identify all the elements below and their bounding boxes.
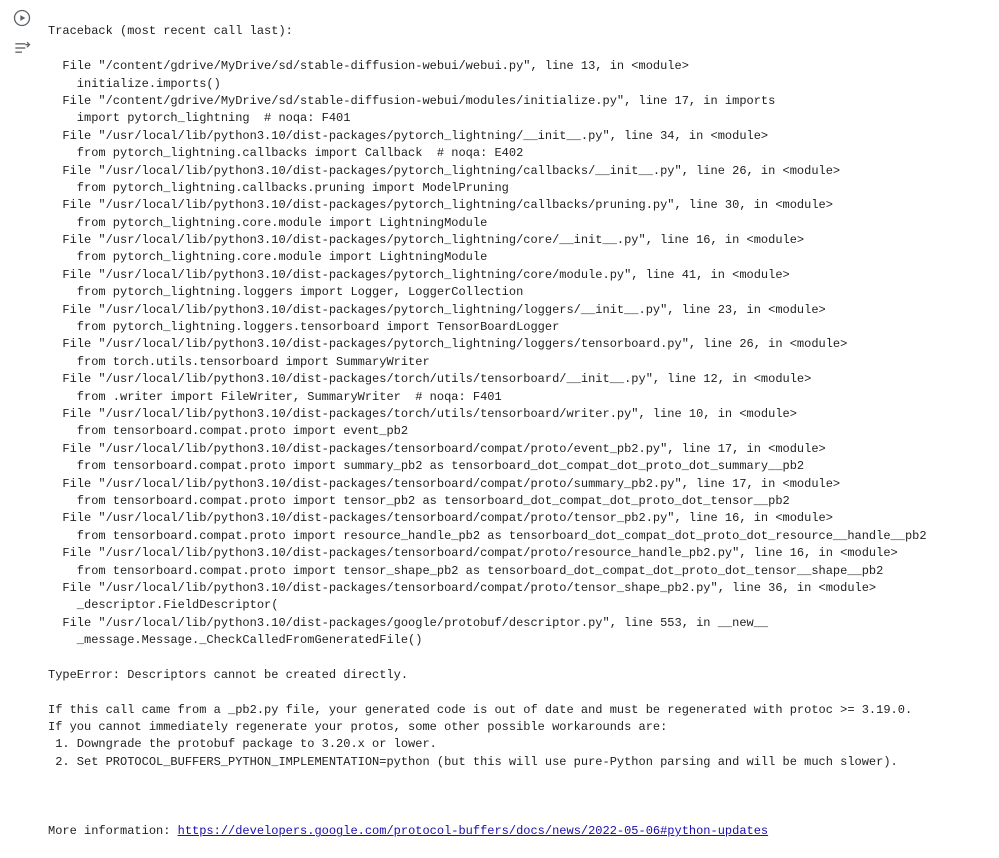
cell-gutter xyxy=(0,0,44,60)
more-info-link[interactable]: https://developers.google.com/protocol-b… xyxy=(178,824,769,838)
traceback-frame-loc: File "/content/gdrive/MyDrive/sd/stable-… xyxy=(48,58,991,75)
traceback-advice-line: 2. Set PROTOCOL_BUFFERS_PYTHON_IMPLEMENT… xyxy=(48,754,991,771)
variable-inspect-icon xyxy=(12,38,32,58)
traceback-frame-loc: File "/usr/local/lib/python3.10/dist-pac… xyxy=(48,371,991,388)
traceback-frame-code: from pytorch_lightning.core.module impor… xyxy=(48,249,991,266)
variable-inspector-button[interactable] xyxy=(10,36,34,60)
traceback-frame-code: from pytorch_lightning.core.module impor… xyxy=(48,215,991,232)
traceback-frame-loc: File "/usr/local/lib/python3.10/dist-pac… xyxy=(48,441,991,458)
more-info-label: More information: xyxy=(48,824,178,838)
cell-output: Traceback (most recent call last): File … xyxy=(48,6,991,858)
traceback-frame-loc: File "/usr/local/lib/python3.10/dist-pac… xyxy=(48,232,991,249)
traceback-frame-code: from pytorch_lightning.callbacks import … xyxy=(48,145,991,162)
traceback-frame-loc: File "/content/gdrive/MyDrive/sd/stable-… xyxy=(48,93,991,110)
traceback-frame-code: _message.Message._CheckCalledFromGenerat… xyxy=(48,632,991,649)
traceback-frame-loc: File "/usr/local/lib/python3.10/dist-pac… xyxy=(48,406,991,423)
traceback-frame-loc: File "/usr/local/lib/python3.10/dist-pac… xyxy=(48,267,991,284)
traceback-frame-code: from tensorboard.compat.proto import sum… xyxy=(48,458,991,475)
more-info-line: More information: https://developers.goo… xyxy=(48,823,991,840)
traceback-frame-loc: File "/usr/local/lib/python3.10/dist-pac… xyxy=(48,336,991,353)
traceback-frame-code: from pytorch_lightning.loggers.tensorboa… xyxy=(48,319,991,336)
traceback-frame-loc: File "/usr/local/lib/python3.10/dist-pac… xyxy=(48,545,991,562)
traceback-frame-code: from .writer import FileWriter, SummaryW… xyxy=(48,389,991,406)
traceback-error: TypeError: Descriptors cannot be created… xyxy=(48,667,991,684)
traceback-frame-code: from tensorboard.compat.proto import res… xyxy=(48,528,991,545)
traceback-frame-loc: File "/usr/local/lib/python3.10/dist-pac… xyxy=(48,163,991,180)
traceback-frame-code: from tensorboard.compat.proto import ten… xyxy=(48,563,991,580)
play-circle-icon xyxy=(12,8,32,28)
traceback-frame-code: import pytorch_lightning # noqa: F401 xyxy=(48,110,991,127)
traceback-frame-code: initialize.imports() xyxy=(48,76,991,93)
traceback-frame-loc: File "/usr/local/lib/python3.10/dist-pac… xyxy=(48,510,991,527)
run-cell-button[interactable] xyxy=(10,6,34,30)
traceback-advice-line: If this call came from a _pb2.py file, y… xyxy=(48,702,991,719)
traceback-advice-line: If you cannot immediately regenerate you… xyxy=(48,719,991,736)
traceback-frame-code: from pytorch_lightning.loggers import Lo… xyxy=(48,284,991,301)
traceback-frame-loc: File "/usr/local/lib/python3.10/dist-pac… xyxy=(48,197,991,214)
traceback-frame-loc: File "/usr/local/lib/python3.10/dist-pac… xyxy=(48,476,991,493)
traceback-advice-line: 1. Downgrade the protobuf package to 3.2… xyxy=(48,736,991,753)
traceback-frame-code: from tensorboard.compat.proto import ten… xyxy=(48,493,991,510)
traceback-frame-code: from torch.utils.tensorboard import Summ… xyxy=(48,354,991,371)
traceback-frame-loc: File "/usr/local/lib/python3.10/dist-pac… xyxy=(48,615,991,632)
traceback-frame-loc: File "/usr/local/lib/python3.10/dist-pac… xyxy=(48,128,991,145)
traceback-frame-code: from pytorch_lightning.callbacks.pruning… xyxy=(48,180,991,197)
traceback-header: Traceback (most recent call last): xyxy=(48,23,991,40)
traceback-frame-code: _descriptor.FieldDescriptor( xyxy=(48,597,991,614)
traceback-frame-code: from tensorboard.compat.proto import eve… xyxy=(48,423,991,440)
traceback-frame-loc: File "/usr/local/lib/python3.10/dist-pac… xyxy=(48,302,991,319)
traceback-frame-loc: File "/usr/local/lib/python3.10/dist-pac… xyxy=(48,580,991,597)
